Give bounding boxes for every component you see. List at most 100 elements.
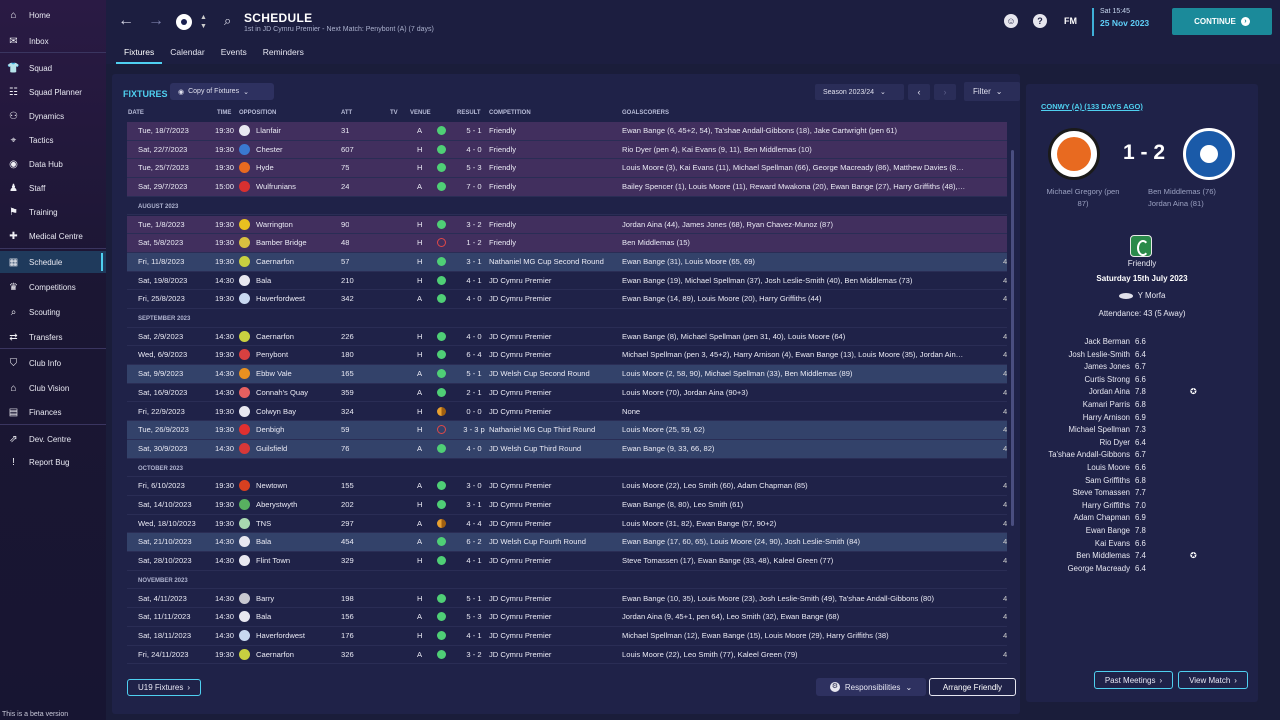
- player-rating-row[interactable]: Kai Evans 6.6: [1026, 539, 1258, 552]
- player-name[interactable]: Curtis Strong: [1085, 375, 1131, 384]
- fixture-result[interactable]: 3 - 3 p: [460, 425, 488, 434]
- col-time[interactable]: TIME: [217, 110, 231, 116]
- player-name[interactable]: Louis Moore: [1087, 463, 1130, 472]
- fixture-opponent[interactable]: Chester: [256, 145, 336, 154]
- player-name[interactable]: Rio Dyer: [1100, 438, 1130, 447]
- col-date[interactable]: DATE: [128, 110, 144, 116]
- table-row[interactable]: Sat, 22/7/2023 19:30 Chester 607 H 4 - 0 Frien…: [127, 140, 1007, 160]
- fixture-competition[interactable]: JD Welsh Cup Second Round: [489, 369, 623, 378]
- sidebar-item-transfers[interactable]: ⇄ Transfers: [0, 326, 106, 348]
- fixture-competition[interactable]: Friendly: [489, 145, 623, 154]
- fixture-result[interactable]: 3 - 2: [460, 650, 488, 659]
- ideas-icon[interactable]: ☺: [1004, 14, 1018, 28]
- table-row[interactable]: Tue, 18/7/2023 19:30 Llanfair 31 A 5 - 1 Frien…: [127, 122, 1007, 141]
- opponent-crest-icon[interactable]: [239, 274, 250, 286]
- player-name[interactable]: George Macready: [1068, 564, 1130, 573]
- player-rating-row[interactable]: Steve Tomassen 7.7: [1026, 488, 1258, 501]
- opponent-crest-icon[interactable]: [239, 648, 250, 660]
- table-row[interactable]: Sat, 14/10/2023 19:30 Aberystwyth 202 H 3 - 1…: [127, 496, 1007, 515]
- player-rating-row[interactable]: Michael Spellman 7.3: [1026, 425, 1258, 438]
- player-name[interactable]: Harry Arnison: [1083, 413, 1130, 422]
- club-badge-icon[interactable]: [174, 12, 194, 32]
- fixture-competition[interactable]: JD Cymru Premier: [489, 500, 623, 509]
- fixture-opponent[interactable]: Guilsfield: [256, 444, 336, 453]
- fixture-opponent[interactable]: Colwyn Bay: [256, 407, 336, 416]
- match-link[interactable]: CONWY (A) (133 DAYS AGO): [1041, 102, 1143, 111]
- sidebar-item-data-hub[interactable]: ◉ Data Hub: [0, 153, 106, 175]
- opponent-crest-icon[interactable]: [239, 237, 250, 249]
- fixture-competition[interactable]: JD Cymru Premier: [489, 631, 623, 640]
- player-name[interactable]: Sam Griffiths: [1085, 476, 1130, 485]
- past-meetings-button[interactable]: Past Meetings ›: [1094, 671, 1173, 689]
- sidebar-item-club-vision[interactable]: ⌂ Club Vision: [0, 377, 106, 399]
- opponent-crest-icon[interactable]: [239, 349, 250, 361]
- opponent-crest-icon[interactable]: [239, 611, 250, 623]
- club-switch-chevron-icon[interactable]: ▲ ▼: [200, 13, 207, 31]
- table-row[interactable]: Sat, 28/10/2023 14:30 Flint Town 329 H 4 - 1J…: [127, 552, 1007, 571]
- fixture-opponent[interactable]: Haverfordwest: [256, 631, 336, 640]
- opponent-crest-icon[interactable]: [239, 181, 250, 193]
- fixture-result[interactable]: 5 - 1: [460, 369, 488, 378]
- fixture-competition[interactable]: JD Cymru Premier: [489, 350, 623, 359]
- table-row[interactable]: Fri, 11/8/2023 19:30 Caernarfon 57 H 3 - 1 Nat…: [127, 252, 1007, 272]
- tab-events[interactable]: Events: [213, 43, 255, 64]
- fixture-opponent[interactable]: Llanfair: [256, 126, 336, 135]
- player-rating-row[interactable]: Harry Arnison 6.9: [1026, 413, 1258, 426]
- fixture-opponent[interactable]: Denbigh: [256, 425, 336, 434]
- game-date[interactable]: Sat 15:45 25 Nov 2023: [1092, 8, 1149, 36]
- fixture-competition[interactable]: JD Cymru Premier: [489, 294, 623, 303]
- forward-arrow-icon[interactable]: →: [148, 12, 164, 30]
- sidebar-item-dev-centre[interactable]: ⇗ Dev. Centre: [0, 428, 106, 450]
- opponent-crest-icon[interactable]: [239, 218, 250, 230]
- player-rating-row[interactable]: Sam Griffiths 6.8: [1026, 476, 1258, 489]
- fixture-result[interactable]: 3 - 2: [460, 220, 488, 229]
- player-name[interactable]: Adam Chapman: [1074, 513, 1130, 522]
- u19-fixtures-button[interactable]: U19 Fixtures ›: [127, 679, 201, 696]
- fixture-opponent[interactable]: TNS: [256, 519, 336, 528]
- opponent-crest-icon[interactable]: [239, 517, 250, 529]
- table-row[interactable]: Sat, 29/7/2023 15:00 Wulfrunians 24 A 7 - 0 Fr…: [127, 178, 1007, 197]
- fixture-competition[interactable]: JD Welsh Cup Fourth Round: [489, 537, 623, 546]
- sidebar-item-finances[interactable]: ▤ Finances: [0, 401, 106, 423]
- away-team-crest-icon[interactable]: [1183, 128, 1235, 180]
- table-row[interactable]: Sat, 9/9/2023 14:30 Ebbw Vale 165 A 5 - 1 JD W…: [127, 365, 1007, 384]
- table-row[interactable]: Sat, 30/9/2023 14:30 Guilsfield 76 A 4 - 0 JD …: [127, 439, 1007, 459]
- fixture-competition[interactable]: Friendly: [489, 220, 623, 229]
- player-rating-row[interactable]: James Jones 6.7: [1026, 362, 1258, 375]
- fixture-opponent[interactable]: Caernarfon: [256, 257, 336, 266]
- fixture-opponent[interactable]: Hyde: [256, 163, 336, 172]
- table-row[interactable]: Tue, 25/7/2023 19:30 Hyde 75 H 5 - 3 Friendly L…: [127, 159, 1007, 179]
- col-opposition[interactable]: OPPOSITION: [239, 110, 276, 116]
- sidebar-item-dynamics[interactable]: ⚇ Dynamics: [0, 105, 106, 127]
- fixture-opponent[interactable]: Caernarfon: [256, 650, 336, 659]
- fixture-opponent[interactable]: Bala: [256, 276, 336, 285]
- view-dropdown[interactable]: ◉ Copy of Fixtures ⌄: [170, 83, 274, 100]
- fixture-opponent[interactable]: Ebbw Vale: [256, 369, 336, 378]
- fixture-result[interactable]: 1 - 2: [460, 238, 488, 247]
- col-result[interactable]: RESULT: [457, 110, 481, 116]
- player-name[interactable]: Josh Leslie-Smith: [1068, 350, 1130, 359]
- table-row[interactable]: Sat, 11/11/2023 14:30 Bala 156 A 5 - 3 JD Cymr…: [127, 608, 1007, 627]
- sidebar-item-training[interactable]: ⚑ Training: [0, 201, 106, 223]
- opponent-crest-icon[interactable]: [239, 162, 250, 174]
- player-rating-row[interactable]: Harry Griffiths 7.0: [1026, 501, 1258, 514]
- fixture-competition[interactable]: JD Cymru Premier: [489, 556, 623, 565]
- table-row[interactable]: Fri, 6/10/2023 19:30 Newtown 155 A 3 - 0 JD Cy…: [127, 477, 1007, 496]
- arrange-friendly-button[interactable]: Arrange Friendly: [929, 678, 1016, 696]
- player-rating-row[interactable]: Louis Moore 6.6: [1026, 463, 1258, 476]
- fixture-opponent[interactable]: Caernarfon: [256, 332, 336, 341]
- help-icon[interactable]: ?: [1033, 14, 1047, 28]
- opponent-crest-icon[interactable]: [239, 629, 250, 641]
- fixtures-scrollbar[interactable]: [1011, 150, 1014, 526]
- view-match-button[interactable]: View Match ›: [1178, 671, 1248, 689]
- back-arrow-icon[interactable]: ←: [118, 12, 134, 30]
- opponent-crest-icon[interactable]: [239, 536, 250, 548]
- col-goalscorers[interactable]: GOALSCORERS: [622, 110, 669, 116]
- fixture-competition[interactable]: JD Cymru Premier: [489, 332, 623, 341]
- player-name[interactable]: Ta'shae Andall-Gibbons: [1048, 450, 1130, 459]
- fixture-competition[interactable]: Friendly: [489, 238, 623, 247]
- fixture-result[interactable]: 4 - 4: [460, 519, 488, 528]
- sidebar-item-tactics[interactable]: ⌖ Tactics: [0, 129, 106, 151]
- fixture-result[interactable]: 4 - 1: [460, 631, 488, 640]
- fixture-result[interactable]: 2 - 1: [460, 388, 488, 397]
